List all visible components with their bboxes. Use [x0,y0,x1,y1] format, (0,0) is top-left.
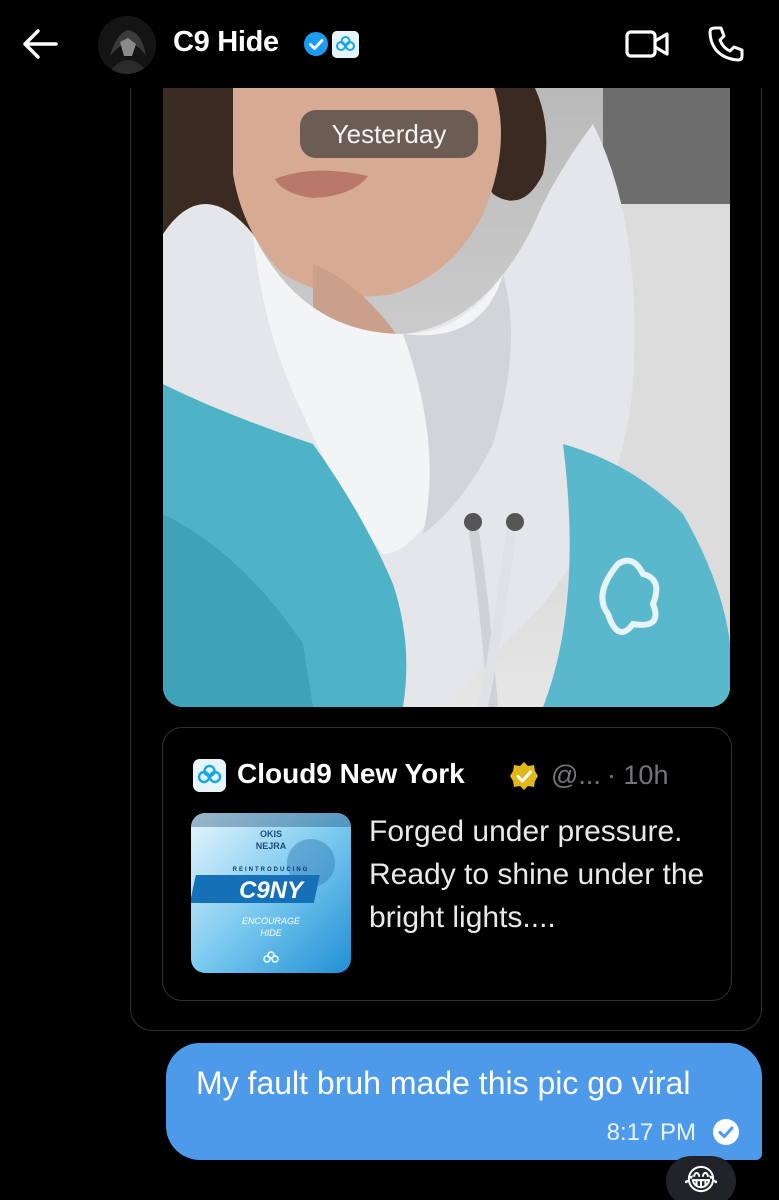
video-call-icon[interactable] [625,28,669,60]
date-divider: Yesterday [300,110,478,158]
cloud9-affiliate-icon [332,31,359,58]
avatar[interactable] [98,16,156,74]
thumbnail-logo: C9NY [239,877,305,904]
read-receipt-icon [712,1118,740,1146]
shared-photo[interactable] [163,84,730,707]
quoted-post-text: Forged under pressure. Ready to shine un… [369,815,705,934]
thumbnail-name-2: NEJRA [256,841,287,851]
thumbnail-name-1: OKIS [260,829,282,839]
contact-name[interactable]: C9 Hide [173,26,279,59]
quoted-handle: @... [551,760,601,790]
back-arrow-icon[interactable] [18,24,60,64]
conversation-header: C9 Hide [0,0,779,88]
thumbnail-name-4: HIDE [260,928,282,938]
message-timestamp: 8:17 PM [606,1119,696,1146]
quoted-handle-time: @... · 10h [551,760,668,791]
sent-message-text: My fault bruh made this pic go viral [196,1065,691,1101]
emoji-reaction[interactable]: 😂 [666,1156,736,1200]
thumbnail-name-3: ENCOURAGE [242,916,301,926]
quoted-time: · 10h [606,760,669,790]
quoted-post-thumbnail: OKIS NEJRA REINTRODUCING C9NY ENCOURAGE … [191,813,351,973]
sent-message-bubble[interactable]: My fault bruh made this pic go viral 8:1… [166,1043,762,1160]
quoted-post-card[interactable]: Cloud9 New York @... · 10h OKIS NEJRA RE… [162,727,732,1001]
verified-badge-icon [303,31,329,57]
quoted-author-name: Cloud9 New York [237,758,465,789]
thumbnail-eyebrow: REINTRODUCING [233,867,310,873]
gold-verified-badge-icon [509,761,539,791]
dm-conversation-page: C9 Hide Yesterday Cloud9 New York @... ·… [0,0,779,1200]
phone-icon[interactable] [706,24,746,64]
cloud9-affiliate-icon [193,759,226,792]
